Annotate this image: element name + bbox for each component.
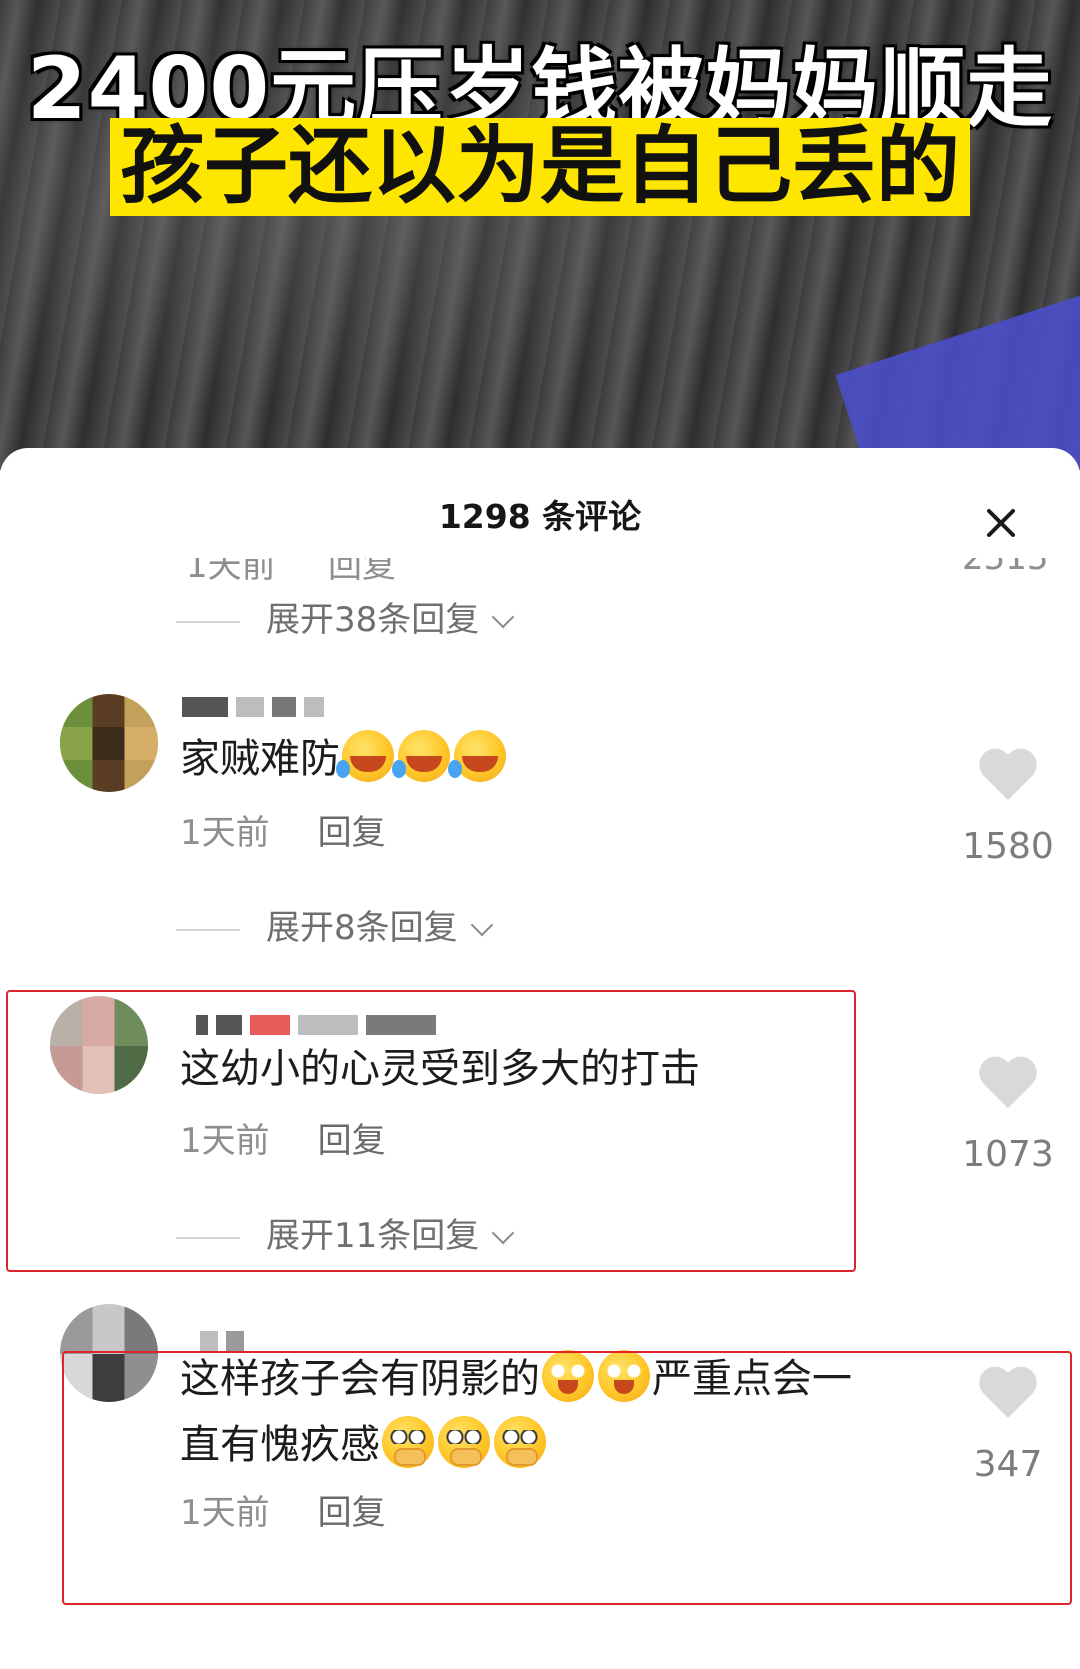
comment-text: 这幼小的心灵受到多大的打击	[180, 1046, 700, 1092]
reply-button[interactable]: 回复	[328, 558, 396, 586]
comment-text-body: 严重点会一	[652, 1356, 852, 1402]
username-blurred[interactable]	[196, 1012, 436, 1038]
username-blurred[interactable]	[182, 694, 324, 720]
like-button[interactable]: 1073	[948, 1058, 1068, 1175]
shy-emoji	[494, 1416, 546, 1468]
like-count: 2515	[962, 558, 1049, 578]
comment-time: 1天前	[180, 1121, 270, 1161]
cry-emoji	[542, 1350, 594, 1402]
comment-count-title: 1298 条评论	[438, 497, 642, 536]
comment-text-body: 家贼难防	[180, 736, 340, 782]
shy-emoji	[438, 1416, 490, 1468]
expand-replies-button[interactable]: 展开38条回复	[176, 592, 515, 641]
comment-text-body: 这样孩子会有阴影的	[180, 1356, 540, 1402]
expand-replies-button[interactable]: 展开11条回复	[176, 1208, 515, 1257]
reply-button[interactable]: 回复	[318, 1121, 386, 1161]
divider	[176, 1236, 240, 1239]
comment-meta: 1天前 回复	[180, 1113, 386, 1162]
heart-icon	[978, 750, 1038, 804]
chevron-down-icon	[491, 605, 515, 629]
comment-time: 1天前	[180, 1493, 270, 1533]
heart-icon	[978, 1368, 1038, 1422]
avatar[interactable]	[60, 694, 158, 792]
expand-replies-label: 展开11条回复	[266, 1216, 480, 1256]
video-subheadline: 孩子还以为是自己丢的	[109, 118, 970, 217]
expand-replies-button[interactable]: 展开8条回复	[176, 900, 493, 949]
chevron-down-icon	[470, 913, 493, 937]
laugh-cry-emoji	[336, 730, 394, 782]
video-frame[interactable]: 2400元压岁钱被妈妈顺走 孩子还以为是自己丢的	[0, 0, 1080, 470]
like-count: 1073	[962, 1134, 1054, 1175]
clipped-comment-meta: 1天前 回复 2515	[0, 558, 1080, 586]
comment-text: 这样孩子会有阴影的 严重点会一直有愧疚感	[180, 1346, 852, 1478]
like-button[interactable]: 1580	[948, 750, 1068, 867]
comment-time: 1天前	[180, 813, 270, 853]
expand-replies-label: 展开8条回复	[266, 908, 458, 948]
laugh-cry-emoji	[392, 730, 450, 782]
comment-sheet: 1298 条评论 1天前 回复 2515 展开38条回复 家贼难防 1天前 回复 …	[0, 448, 1080, 1669]
like-count: 1580	[962, 826, 1054, 867]
like-count: 347	[973, 1444, 1043, 1485]
shy-emoji	[382, 1416, 434, 1468]
cry-emoji	[598, 1350, 650, 1402]
close-icon[interactable]	[978, 500, 1024, 546]
avatar[interactable]	[50, 996, 148, 1094]
comment-meta: 1天前 回复	[180, 1485, 386, 1534]
comment-time: 1天前	[186, 558, 276, 586]
comment-text-body: 直有愧疚感	[180, 1422, 380, 1468]
divider	[176, 928, 240, 931]
divider	[176, 620, 240, 623]
reply-button[interactable]: 回复	[318, 1493, 386, 1533]
chevron-down-icon	[491, 1221, 515, 1245]
heart-icon	[978, 1058, 1038, 1112]
expand-replies-label: 展开38条回复	[266, 600, 480, 640]
laugh-cry-emoji	[448, 730, 506, 782]
comment-meta: 1天前 回复	[180, 805, 386, 854]
reply-button[interactable]: 回复	[318, 813, 386, 853]
comment-text: 家贼难防	[180, 726, 508, 792]
avatar[interactable]	[60, 1304, 158, 1402]
like-button[interactable]: 347	[948, 1368, 1068, 1485]
